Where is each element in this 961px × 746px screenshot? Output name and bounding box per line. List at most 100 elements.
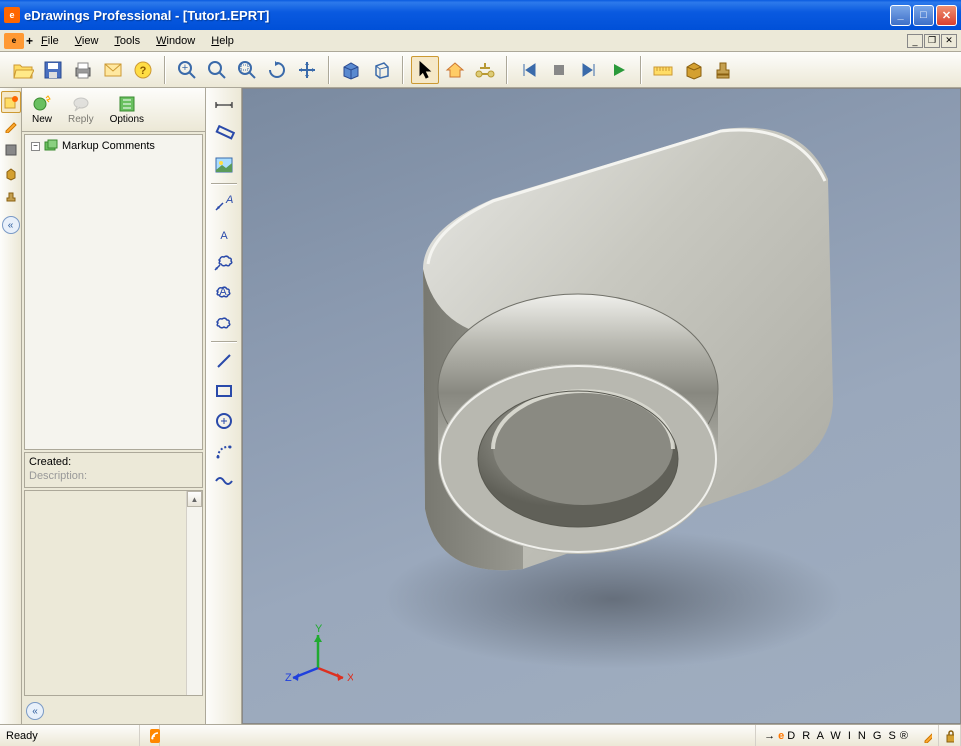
print-button[interactable]: [69, 56, 97, 84]
expand-icon[interactable]: −: [31, 142, 40, 151]
window-buttons: _ □ ✕: [890, 5, 957, 26]
body: « New Reply Options − Markup Comments: [0, 88, 961, 724]
mdi-minimize-button[interactable]: _: [907, 34, 923, 48]
spline-tool[interactable]: [209, 467, 239, 495]
cloud-text-tool[interactable]: A: [209, 279, 239, 307]
pan-button[interactable]: [293, 56, 321, 84]
left-tab-strip: «: [0, 88, 22, 724]
description-area[interactable]: ▲: [24, 490, 203, 696]
main-toolbar: ? +: [0, 52, 961, 88]
app-icon: e: [4, 7, 20, 23]
description-label: Description:: [29, 470, 198, 484]
app-menu-icon[interactable]: e: [4, 33, 24, 49]
measure-button[interactable]: [649, 56, 677, 84]
zoom-in-button[interactable]: +: [173, 56, 201, 84]
scrollbar[interactable]: ▲: [186, 491, 202, 695]
mass-props-button[interactable]: [471, 56, 499, 84]
tab-pencil[interactable]: [1, 115, 21, 137]
mdi-close-button[interactable]: ✕: [941, 34, 957, 48]
status-pencil[interactable]: [917, 725, 939, 746]
markup-toolbar: A A A: [206, 88, 242, 724]
svg-text:?: ?: [140, 65, 147, 77]
tab-box[interactable]: [1, 163, 21, 185]
svg-text:A: A: [225, 194, 233, 206]
send-button[interactable]: [99, 56, 127, 84]
stop-button[interactable]: [545, 56, 573, 84]
3d-viewport[interactable]: X Y Z: [242, 88, 961, 724]
dimension-tool[interactable]: [209, 91, 239, 119]
home-button[interactable]: [441, 56, 469, 84]
window-title: eDrawings Professional - [Tutor1.EPRT]: [24, 8, 890, 23]
tab-markup[interactable]: [1, 91, 21, 113]
scroll-up-button[interactable]: ▲: [187, 491, 202, 507]
shaded-button[interactable]: [337, 56, 365, 84]
select-button[interactable]: [411, 56, 439, 84]
open-button[interactable]: [9, 56, 37, 84]
zoom-fit-button[interactable]: [203, 56, 231, 84]
info-area: Created: Description:: [24, 452, 203, 488]
panel-toolbar: New Reply Options: [22, 88, 205, 132]
circle-tool[interactable]: [209, 407, 239, 435]
title-bar: e eDrawings Professional - [Tutor1.EPRT]…: [0, 0, 961, 30]
measure-tool[interactable]: [209, 121, 239, 149]
rectangle-tool[interactable]: [209, 377, 239, 405]
collapse-panel-button[interactable]: «: [26, 702, 44, 720]
brand-logo: → e D R A W I N G S®: [756, 730, 917, 742]
plus-icon: +: [26, 34, 33, 48]
cloud-tool[interactable]: [209, 309, 239, 337]
tab-components[interactable]: [1, 139, 21, 161]
tree-root-row[interactable]: − Markup Comments: [27, 137, 200, 155]
cloud-leader-tool[interactable]: [209, 249, 239, 277]
lock-icon: [945, 729, 954, 743]
play-button[interactable]: [605, 56, 633, 84]
rss-icon: [150, 729, 160, 743]
mdi-buttons: _ ❐ ✕: [907, 34, 957, 48]
new-comment-button[interactable]: New: [24, 92, 60, 127]
menu-window[interactable]: Window: [148, 33, 203, 49]
status-rss[interactable]: [140, 725, 160, 746]
reply-icon: [71, 94, 91, 114]
svg-text:Y: Y: [315, 623, 323, 635]
maximize-button[interactable]: □: [913, 5, 934, 26]
save-button[interactable]: [39, 56, 67, 84]
tab-stamp[interactable]: [1, 187, 21, 209]
next-button[interactable]: [575, 56, 603, 84]
svg-text:A: A: [219, 286, 227, 298]
comments-icon: [44, 139, 58, 153]
new-label: New: [32, 114, 52, 125]
reply-button: Reply: [60, 92, 102, 127]
status-ready: Ready: [0, 725, 140, 746]
perspective-button[interactable]: [367, 56, 395, 84]
first-button[interactable]: [515, 56, 543, 84]
svg-text:X: X: [347, 672, 353, 684]
minimize-button[interactable]: _: [890, 5, 911, 26]
mdi-restore-button[interactable]: ❐: [924, 34, 940, 48]
section-button[interactable]: [679, 56, 707, 84]
stamp-button[interactable]: [709, 56, 737, 84]
line-tool[interactable]: [209, 347, 239, 375]
tree-root-label: Markup Comments: [62, 140, 155, 152]
menu-tools[interactable]: Tools: [106, 33, 148, 49]
menu-view[interactable]: View: [67, 33, 107, 49]
menu-file[interactable]: File: [33, 33, 67, 49]
markup-tree[interactable]: − Markup Comments: [24, 134, 203, 450]
help-button[interactable]: ?: [129, 56, 157, 84]
status-bar: Ready → e D R A W I N G S®: [0, 724, 961, 746]
options-button[interactable]: Options: [102, 92, 152, 127]
rotate-button[interactable]: [263, 56, 291, 84]
svg-text:+: +: [182, 62, 188, 74]
created-label: Created:: [29, 456, 198, 470]
reply-label: Reply: [68, 114, 94, 125]
text-tool[interactable]: A: [209, 219, 239, 247]
menu-bar: e + File View Tools Window Help _ ❐ ✕: [0, 30, 961, 52]
collapse-tabs-button[interactable]: «: [2, 216, 20, 234]
svg-text:Z: Z: [285, 672, 292, 684]
zoom-area-button[interactable]: [233, 56, 261, 84]
status-lock[interactable]: [939, 725, 961, 746]
text-leader-tool[interactable]: A: [209, 189, 239, 217]
image-tool[interactable]: [209, 151, 239, 179]
arc-tool[interactable]: [209, 437, 239, 465]
pencil-icon: [923, 729, 932, 743]
menu-help[interactable]: Help: [203, 33, 242, 49]
close-button[interactable]: ✕: [936, 5, 957, 26]
